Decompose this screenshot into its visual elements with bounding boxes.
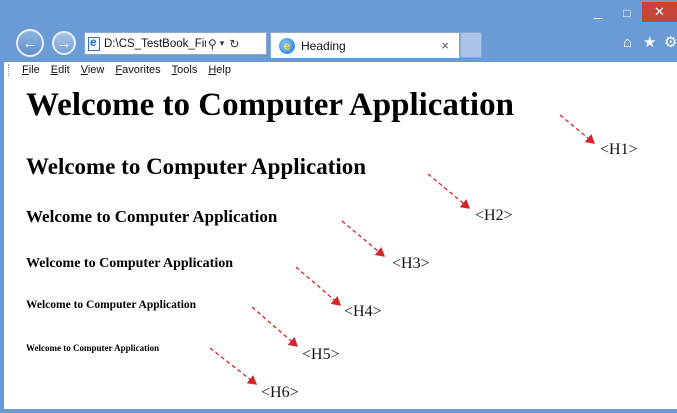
forward-button[interactable]: →: [52, 31, 76, 55]
page-content: Welcome to Computer Application Welcome …: [4, 78, 677, 413]
back-arrow-icon: ←: [22, 34, 38, 52]
arrow-h5: [251, 306, 298, 347]
close-button[interactable]: ✕: [642, 2, 677, 22]
tab-heading[interactable]: e Heading ×: [270, 32, 460, 58]
menu-bar: File Edit View Favorites Tools Help: [0, 62, 677, 78]
ie-icon: e: [279, 37, 295, 54]
tag-label-h2: <H2>: [475, 207, 513, 224]
minimize-button[interactable]: _: [586, 4, 610, 22]
arrow-h1: [559, 114, 596, 144]
menu-favorites[interactable]: Favorites: [115, 64, 160, 76]
browser-window: ← → D:\CS_TestBook_Final\ ⚲ ▾ ↻ e Headin…: [0, 0, 677, 413]
menu-tools[interactable]: Tools: [172, 64, 198, 76]
menu-edit[interactable]: Edit: [51, 64, 70, 76]
annotation-arrows: [209, 114, 596, 385]
new-tab-button[interactable]: [460, 32, 482, 58]
arrow-h3: [341, 220, 385, 257]
forward-arrow-icon: →: [56, 34, 72, 52]
back-button[interactable]: ←: [16, 29, 44, 57]
home-icon[interactable]: ⌂: [623, 34, 632, 51]
menu-file[interactable]: File: [22, 64, 40, 76]
gear-icon[interactable]: ⚙: [664, 33, 677, 51]
title-bar: ← → D:\CS_TestBook_Final\ ⚲ ▾ ↻ e Headin…: [0, 0, 677, 62]
tag-label-h3: <H3>: [392, 255, 430, 272]
close-tab-icon[interactable]: ×: [441, 38, 449, 53]
menu-grip: [8, 64, 11, 76]
search-icon[interactable]: ⚲: [208, 37, 217, 51]
window-bottom-border: [0, 409, 677, 413]
tag-label-h6: <H6>: [261, 384, 299, 401]
arrow-h4: [295, 266, 341, 306]
address-text[interactable]: D:\CS_TestBook_Final\: [104, 38, 206, 50]
page-icon: [88, 35, 100, 51]
menu-view[interactable]: View: [81, 64, 105, 76]
address-bar[interactable]: D:\CS_TestBook_Final\ ⚲ ▾ ↻: [84, 32, 267, 55]
refresh-icon[interactable]: ↻: [229, 37, 239, 51]
tag-label-h5: <H5>: [302, 346, 340, 363]
arrow-h6: [209, 347, 258, 385]
maximize-button[interactable]: □: [614, 4, 640, 22]
tag-label-h4: <H4>: [344, 303, 382, 320]
arrow-h2: [427, 173, 471, 209]
chevron-down-icon[interactable]: ▾: [220, 38, 225, 49]
menu-help[interactable]: Help: [208, 64, 231, 76]
tag-label-h1: <H1>: [600, 141, 638, 158]
tab-label: Heading: [301, 38, 346, 53]
star-icon[interactable]: ★: [643, 33, 656, 51]
